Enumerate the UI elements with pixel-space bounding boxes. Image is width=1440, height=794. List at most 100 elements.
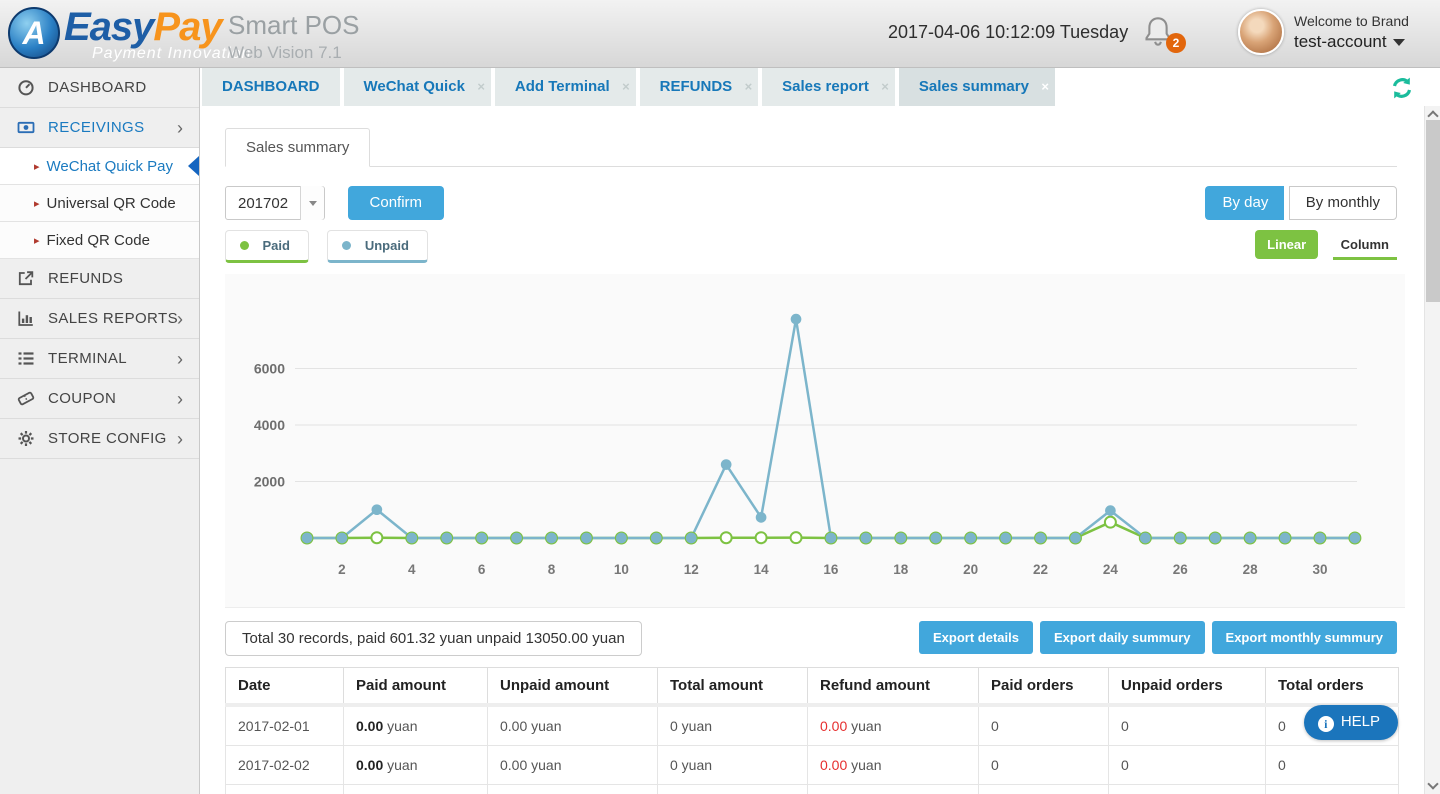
unpaid-point[interactable] bbox=[1350, 533, 1359, 542]
unpaid-point[interactable] bbox=[756, 513, 765, 522]
tab-close-icon[interactable]: × bbox=[745, 68, 753, 106]
column-header: Date bbox=[226, 668, 344, 706]
account-caret-icon bbox=[1393, 39, 1405, 46]
export-button-0[interactable]: Export details bbox=[919, 621, 1033, 654]
table-cell: 0.00 yuan bbox=[488, 746, 658, 785]
tab-label: WeChat Quick bbox=[364, 78, 465, 95]
unpaid-point[interactable] bbox=[687, 533, 696, 542]
unpaid-point[interactable] bbox=[372, 505, 381, 514]
unpaid-point[interactable] bbox=[1106, 506, 1115, 515]
vertical-scrollbar[interactable] bbox=[1424, 106, 1440, 794]
paid-point[interactable] bbox=[371, 532, 382, 543]
unpaid-point[interactable] bbox=[1036, 533, 1045, 542]
account-menu[interactable]: Welcome to Brand test-account bbox=[1294, 13, 1409, 52]
unpaid-point[interactable] bbox=[1211, 533, 1220, 542]
sidebar-item-terminal[interactable]: TERMINAL› bbox=[0, 339, 199, 379]
by-monthly-button[interactable]: By monthly bbox=[1289, 186, 1397, 220]
unpaid-point[interactable] bbox=[896, 533, 905, 542]
confirm-button[interactable]: Confirm bbox=[348, 186, 445, 220]
tab-sales-summary[interactable]: Sales summary× bbox=[899, 68, 1055, 106]
unpaid-point[interactable] bbox=[617, 533, 626, 542]
paid-point[interactable] bbox=[1105, 517, 1116, 528]
tab-wechat-quick[interactable]: WeChat Quick × bbox=[344, 68, 491, 106]
sidebar-item-dashboard[interactable]: DASHBOARD bbox=[0, 68, 199, 108]
sidebar-item-refunds[interactable]: REFUNDS bbox=[0, 259, 199, 299]
unpaid-point[interactable] bbox=[1246, 533, 1255, 542]
unpaid-point[interactable] bbox=[1071, 533, 1080, 542]
by-day-button[interactable]: By day bbox=[1205, 186, 1284, 220]
tab-close-icon[interactable]: × bbox=[477, 68, 485, 106]
table-row[interactable]: 2017-02-0310.00 yuan1003.00 yuan1013 yua… bbox=[226, 785, 1399, 794]
refresh-button[interactable] bbox=[1390, 76, 1414, 100]
unpaid-point[interactable] bbox=[966, 533, 975, 542]
unpaid-point[interactable] bbox=[931, 533, 940, 542]
chevron-right-icon: › bbox=[177, 392, 183, 406]
unpaid-point[interactable] bbox=[477, 533, 486, 542]
scroll-down-icon[interactable] bbox=[1427, 778, 1438, 789]
legend-row: Paid Unpaid Linear Column bbox=[225, 230, 1397, 262]
export-button-2[interactable]: Export monthly summury bbox=[1212, 621, 1397, 654]
sidebar-item-store-config[interactable]: STORE CONFIG› bbox=[0, 419, 199, 459]
tab-add-terminal[interactable]: Add Terminal× bbox=[495, 68, 636, 106]
legend-unpaid[interactable]: Unpaid bbox=[327, 230, 428, 263]
totals-summary: Total 30 records, paid 601.32 yuan unpai… bbox=[225, 621, 642, 656]
unpaid-point[interactable] bbox=[512, 533, 521, 542]
welcome-text: Welcome to Brand bbox=[1294, 13, 1409, 29]
tab-close-icon[interactable]: × bbox=[1041, 68, 1049, 106]
paid-point[interactable] bbox=[791, 532, 802, 543]
sidebar-subitem-label: Fixed QR Code bbox=[47, 232, 150, 249]
x-tick-label: 20 bbox=[963, 562, 978, 577]
table-cell: 2017-02-03 bbox=[226, 785, 344, 794]
sidebar-item-receivings[interactable]: RECEIVINGS› bbox=[0, 108, 199, 148]
refunds-icon bbox=[16, 270, 36, 287]
tab-sales-report[interactable]: Sales report× bbox=[762, 68, 895, 106]
legend-paid-label: Paid bbox=[262, 238, 289, 253]
unpaid-point[interactable] bbox=[547, 533, 556, 542]
unpaid-dot-icon bbox=[342, 241, 351, 250]
sidebar-item-coupon[interactable]: COUPON› bbox=[0, 379, 199, 419]
table-row[interactable]: 2017-02-010.00 yuan0.00 yuan0 yuan0.00 y… bbox=[226, 705, 1399, 746]
sidebar-subitem-universal-qr-code[interactable]: ▸Universal QR Code bbox=[0, 185, 199, 222]
unpaid-point[interactable] bbox=[407, 533, 416, 542]
sidebar-item-sales-reports[interactable]: SALES REPORTS› bbox=[0, 299, 199, 339]
linear-button[interactable]: Linear bbox=[1255, 230, 1318, 259]
unpaid-point[interactable] bbox=[1176, 533, 1185, 542]
unpaid-point[interactable] bbox=[1141, 533, 1150, 542]
unpaid-point[interactable] bbox=[1280, 533, 1289, 542]
unpaid-point[interactable] bbox=[1001, 533, 1010, 542]
table-cell: 2017-02-02 bbox=[226, 746, 344, 785]
tab-label: REFUNDS bbox=[660, 78, 733, 95]
table-cell: 0 yuan bbox=[658, 746, 808, 785]
chevron-right-icon: › bbox=[177, 352, 183, 366]
notifications-button[interactable]: 2 bbox=[1142, 15, 1182, 55]
column-button[interactable]: Column bbox=[1333, 230, 1397, 260]
column-header: Refund amount bbox=[808, 668, 979, 706]
legend-paid[interactable]: Paid bbox=[225, 230, 309, 263]
unpaid-point[interactable] bbox=[652, 533, 661, 542]
help-button[interactable]: iHELP bbox=[1304, 705, 1398, 740]
tab-close-icon[interactable]: × bbox=[881, 68, 889, 106]
unpaid-point[interactable] bbox=[582, 533, 591, 542]
scrollbar-thumb[interactable] bbox=[1426, 120, 1440, 302]
tab-dashboard[interactable]: DASHBOARD bbox=[202, 68, 340, 106]
sidebar-subitem-fixed-qr-code[interactable]: ▸Fixed QR Code bbox=[0, 222, 199, 259]
paid-point[interactable] bbox=[721, 532, 732, 543]
unpaid-point[interactable] bbox=[826, 533, 835, 542]
unpaid-point[interactable] bbox=[337, 533, 346, 542]
unpaid-point[interactable] bbox=[1315, 533, 1324, 542]
paid-point[interactable] bbox=[756, 532, 767, 543]
unpaid-point[interactable] bbox=[791, 315, 800, 324]
subtab-sales-summary[interactable]: Sales summary bbox=[225, 128, 370, 167]
tab-refunds[interactable]: REFUNDS × bbox=[640, 68, 759, 106]
tab-close-icon[interactable]: × bbox=[622, 68, 630, 106]
sidebar-subitem-wechat-quick-pay[interactable]: ▸WeChat Quick Pay bbox=[0, 148, 199, 185]
avatar[interactable] bbox=[1238, 9, 1284, 55]
unpaid-point[interactable] bbox=[722, 460, 731, 469]
period-select[interactable]: 201702 bbox=[225, 186, 325, 220]
unpaid-point[interactable] bbox=[861, 533, 870, 542]
export-button-1[interactable]: Export daily summury bbox=[1040, 621, 1205, 654]
table-row[interactable]: 2017-02-020.00 yuan0.00 yuan0 yuan0.00 y… bbox=[226, 746, 1399, 785]
sidebar-subitem-label: Universal QR Code bbox=[47, 195, 176, 212]
unpaid-point[interactable] bbox=[442, 533, 451, 542]
unpaid-point[interactable] bbox=[302, 533, 311, 542]
